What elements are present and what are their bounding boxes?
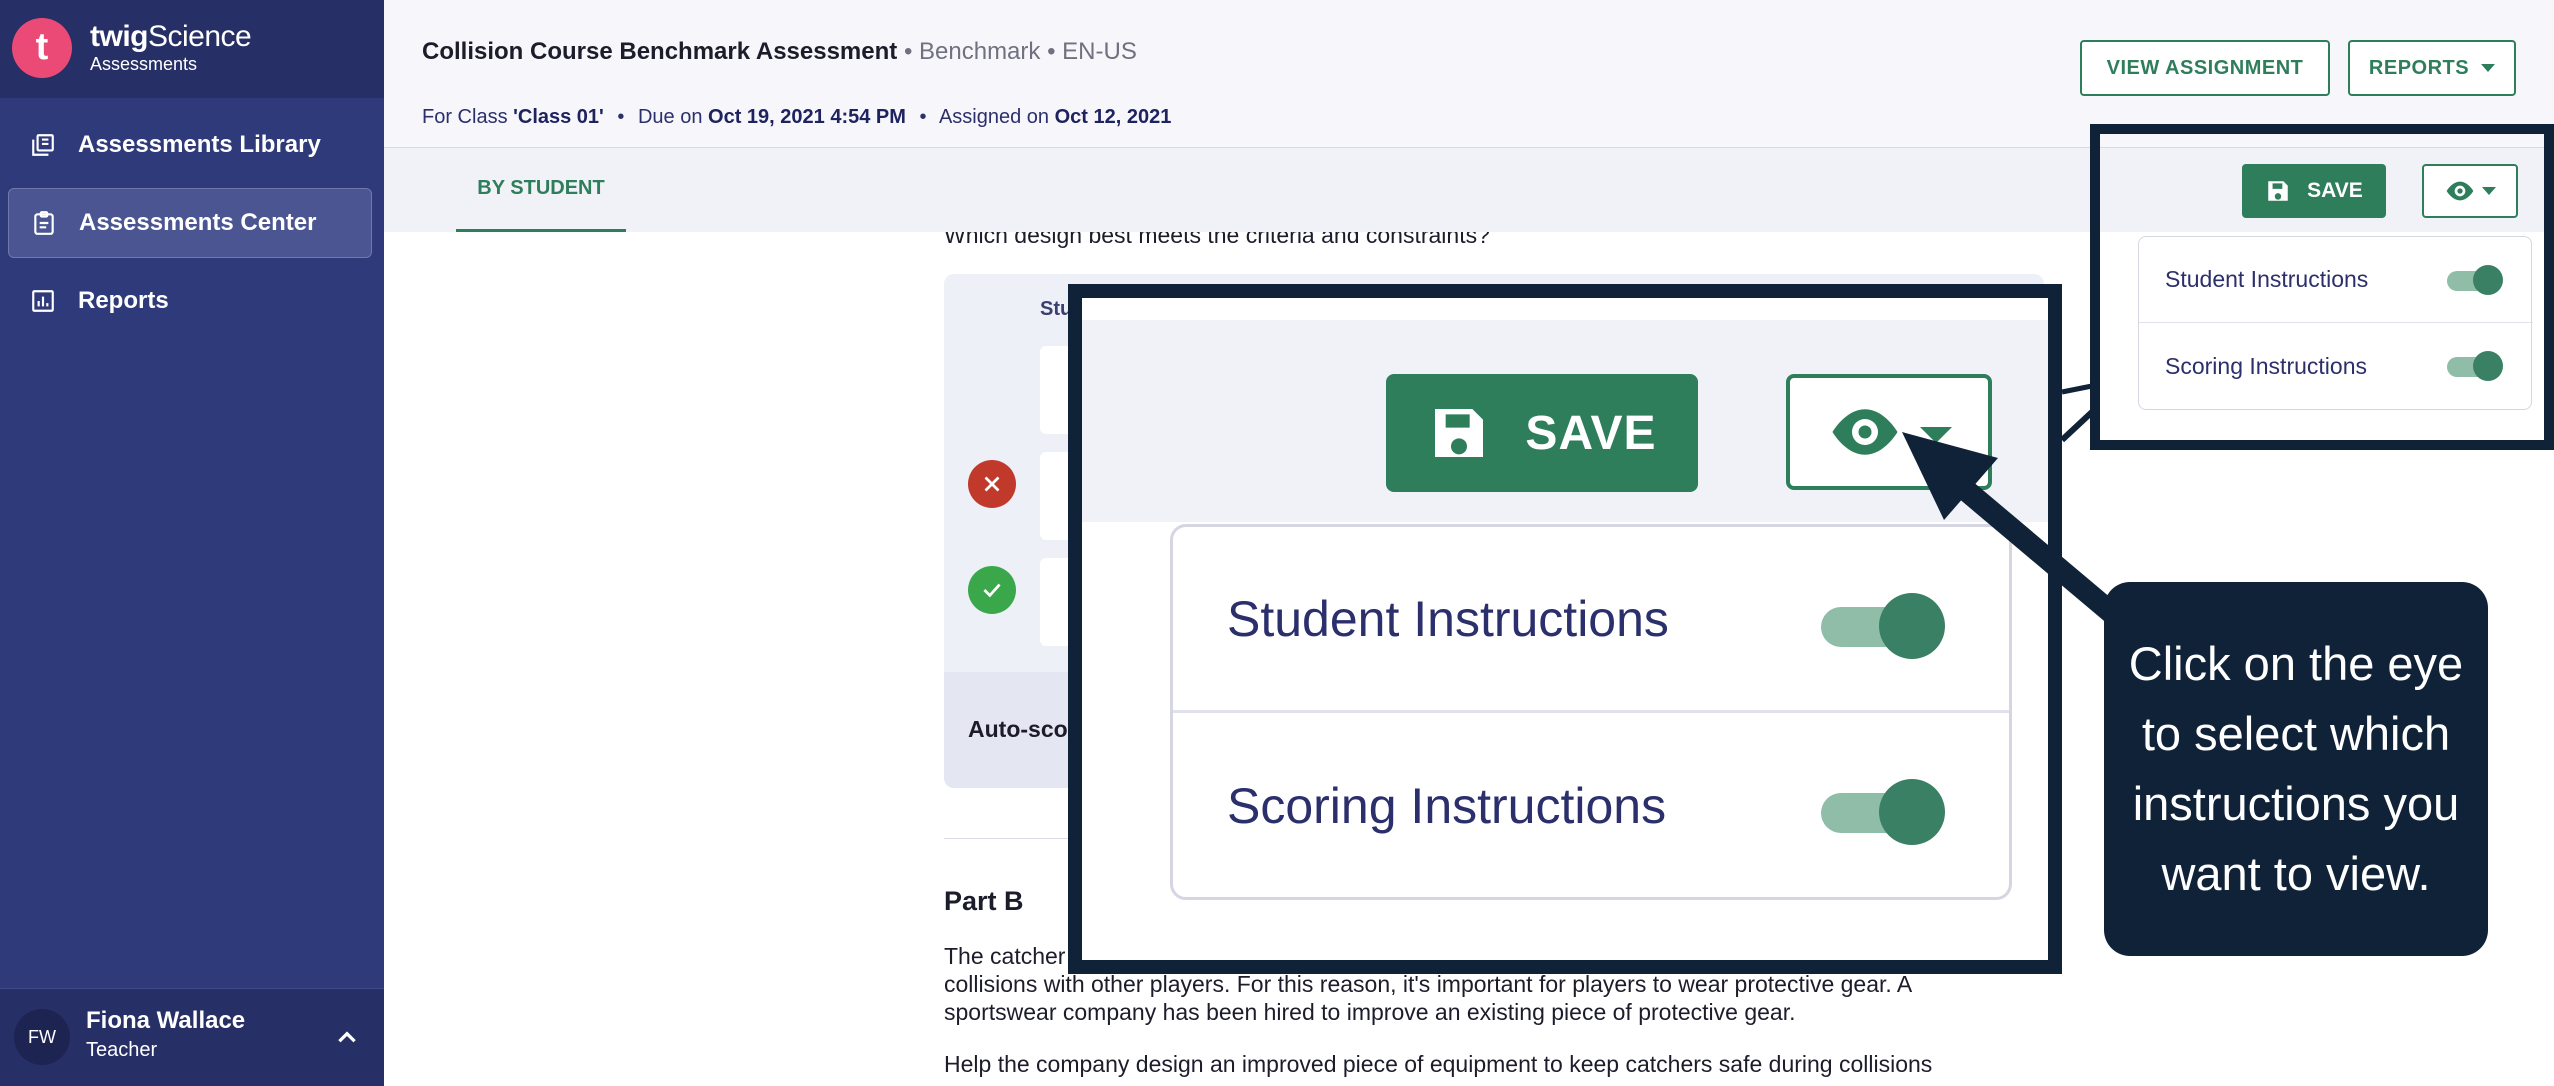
zoomed-scoring-instructions: Scoring Instructions [1173,713,2009,899]
class-name: 'Class 01' [513,106,604,128]
assigned-date: Oct 12, 2021 [1054,106,1172,128]
question-text: Which design best meets the criteria and… [944,232,1490,248]
assessment-type: Benchmark [919,38,1041,65]
zoomed-student-instructions: Student Instructions [1173,527,2009,713]
zoomed-save-button: SAVE [1386,374,1698,492]
assessment-locale: EN-US [1062,38,1137,65]
incorrect-icon [968,460,1016,508]
sidebar: t twigScience Assessments Assessments Li… [0,0,384,1086]
toggle-icon [1821,593,1945,659]
user-role: Teacher [86,1039,158,1061]
callout-tooltip: Click on the eye to select which instruc… [2104,582,2488,956]
sidebar-item-reports[interactable]: Reports [8,266,372,336]
sidebar-item-assessments-library[interactable]: Assessments Library [8,110,372,180]
sidebar-item-assessments-center[interactable]: Assessments Center [8,188,372,258]
eye-icon [1832,409,1898,455]
zoom-callout: SAVE Student Instructions Scoring Instru… [1068,284,2062,974]
correct-icon [968,566,1016,614]
user-menu[interactable]: FW Fiona Wallace Teacher [0,988,384,1086]
due-date: Oct 19, 2021 4:54 PM [708,106,906,128]
part-b-title: Part B [944,886,1024,916]
autoscore-label: Auto-sco [968,716,1068,742]
brand-subtitle: Assessments [90,54,198,74]
avatar: FW [14,1009,70,1065]
zoomed-eye-button [1786,374,1992,490]
caret-down-icon [2481,64,2496,72]
reports-dropdown-button[interactable]: REPORTS [2348,40,2516,96]
zoomed-instructions-dropdown: Student Instructions Scoring Instruction… [1170,524,2012,900]
floppy-disk-icon [1435,409,1484,457]
brand-name: twigScience [90,20,252,53]
user-name: Fiona Wallace [86,1007,246,1034]
tab-by-student[interactable]: BY STUDENT [456,148,626,232]
sidebar-item-label: Reports [78,287,169,314]
sidebar-item-label: Assessments Library [78,131,321,158]
chevron-up-icon[interactable] [334,1025,360,1051]
part-b-paragraph-2: Help the company design an improved piec… [944,1051,1933,1077]
library-icon [32,134,54,156]
page-title: Collision Course Benchmark Assessment • … [422,38,1137,65]
brand-logo[interactable]: t [12,18,72,78]
chart-icon [32,290,54,312]
brand-header: t twigScience Assessments [0,0,384,98]
sidebar-item-label: Assessments Center [79,209,317,236]
assignment-meta: For Class 'Class 01' • Due on Oct 19, 20… [422,106,1172,128]
clipboard-icon [34,211,54,235]
caret-down-icon [1920,427,1952,443]
view-assignment-button[interactable]: VIEW ASSIGNMENT [2080,40,2330,96]
toggle-icon [1821,779,1945,845]
